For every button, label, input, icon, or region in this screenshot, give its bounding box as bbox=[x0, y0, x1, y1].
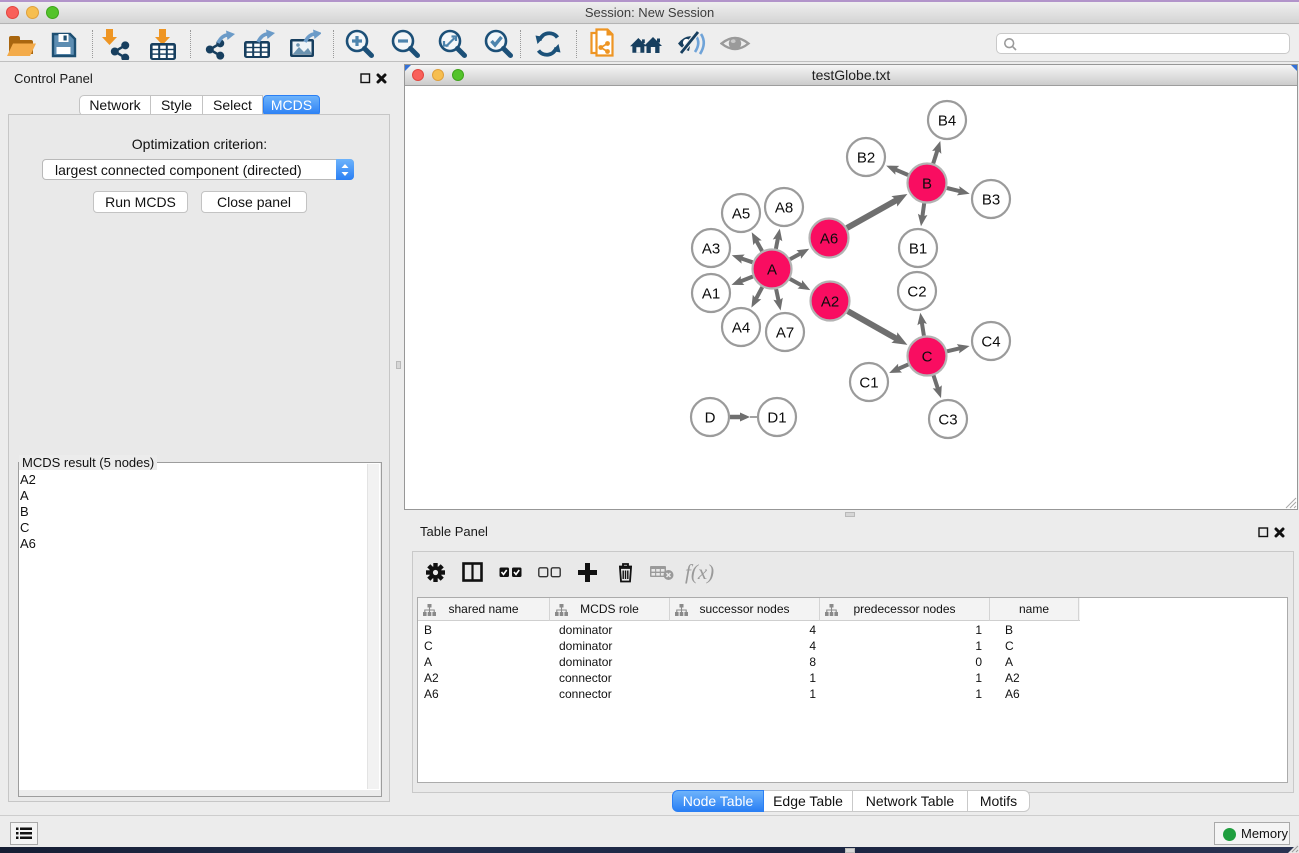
svg-text:A3: A3 bbox=[702, 241, 720, 258]
svg-text:A5: A5 bbox=[732, 206, 750, 223]
svg-text:A: A bbox=[767, 262, 777, 279]
svg-text:C: C bbox=[922, 349, 933, 366]
svg-text:C2: C2 bbox=[907, 284, 926, 301]
svg-text:B1: B1 bbox=[909, 241, 927, 258]
svg-text:C4: C4 bbox=[981, 334, 1000, 351]
svg-text:A6: A6 bbox=[820, 231, 838, 248]
svg-text:A1: A1 bbox=[702, 286, 720, 303]
svg-text:A4: A4 bbox=[732, 320, 750, 337]
svg-text:A8: A8 bbox=[775, 200, 793, 217]
svg-text:B4: B4 bbox=[938, 113, 956, 130]
svg-text:B: B bbox=[922, 176, 932, 193]
svg-text:A7: A7 bbox=[776, 325, 794, 342]
svg-text:D1: D1 bbox=[767, 410, 786, 427]
svg-text:C3: C3 bbox=[938, 412, 957, 429]
svg-text:D: D bbox=[705, 410, 716, 427]
svg-text:A2: A2 bbox=[821, 294, 839, 311]
svg-text:B2: B2 bbox=[857, 150, 875, 167]
svg-text:B3: B3 bbox=[982, 192, 1000, 209]
svg-text:C1: C1 bbox=[859, 375, 878, 392]
